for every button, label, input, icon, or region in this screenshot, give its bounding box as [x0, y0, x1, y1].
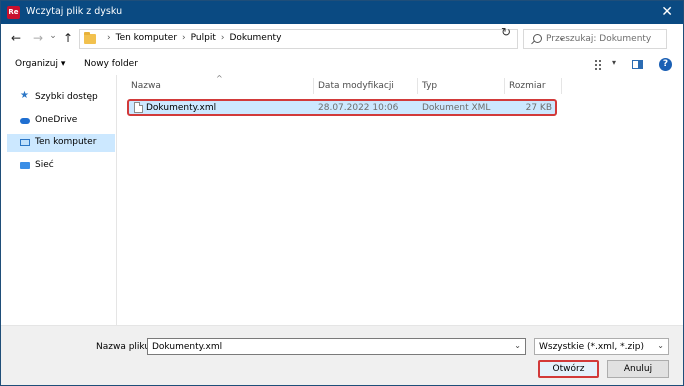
- sidebar-item-this-pc[interactable]: Ten komputer: [7, 134, 115, 152]
- organize-button[interactable]: Organizuj ▾: [15, 59, 65, 69]
- file-list: Nazwa ^ Data modyfikacji Typ Rozmiar Dok…: [117, 74, 683, 325]
- title-bar: Re Wczytaj plik z dysku ✕: [1, 1, 683, 24]
- sort-ascending-icon: ^: [216, 74, 223, 83]
- sidebar-item-onedrive[interactable]: OneDrive: [7, 112, 115, 130]
- view-dropdown-arrow-icon[interactable]: ▾: [612, 58, 616, 67]
- column-divider[interactable]: [417, 78, 418, 94]
- forward-button[interactable]: →: [31, 31, 45, 45]
- file-type-filter[interactable]: Wszystkie (*.xml, *.zip) ⌄: [534, 338, 669, 355]
- help-icon[interactable]: ?: [659, 58, 672, 71]
- file-name: Dokumenty.xml: [146, 103, 217, 113]
- open-button[interactable]: Otwórz: [538, 360, 599, 378]
- folder-icon: [84, 32, 96, 44]
- file-type: Dokument XML: [422, 103, 491, 113]
- navigation-pane: ★ Szybki dostęp OneDrive Ten komputer Si…: [1, 75, 117, 325]
- sidebar-item-label: OneDrive: [35, 115, 78, 125]
- chevron-right-icon: ›: [182, 33, 186, 43]
- column-header-type[interactable]: Typ: [422, 81, 437, 91]
- dialog-footer: Nazwa pliku: Dokumenty.xml ⌄ Wszystkie (…: [1, 325, 683, 385]
- app-icon: Re: [7, 6, 20, 19]
- cloud-icon: [20, 118, 30, 124]
- file-row[interactable]: Dokumenty.xml 28.07.2022 10:06 Dokument …: [127, 99, 557, 116]
- sidebar-item-quick-access[interactable]: ★ Szybki dostęp: [7, 89, 115, 107]
- search-icon: [533, 34, 542, 43]
- window-title: Wczytaj plik z dysku: [26, 6, 123, 17]
- close-button[interactable]: ✕: [661, 4, 673, 20]
- breadcrumb: › Ten komputer › Pulpit › Dokumenty: [102, 33, 281, 43]
- navigation-bar: ← → ⌄ ↑ › Ten komputer › Pulpit › Dokumenty ⌄…: [1, 24, 683, 55]
- recent-locations-button[interactable]: ⌄: [46, 31, 60, 41]
- file-open-dialog: Re Wczytaj plik z dysku ✕ ← → ⌄ ↑ › Ten k…: [0, 0, 684, 386]
- column-divider[interactable]: [504, 78, 505, 94]
- star-icon: ★: [20, 90, 29, 101]
- chevron-down-icon[interactable]: ⌄: [657, 341, 664, 350]
- address-bar[interactable]: › Ten komputer › Pulpit › Dokumenty ⌄: [79, 29, 566, 49]
- column-header-size[interactable]: Rozmiar: [509, 81, 546, 91]
- filename-label: Nazwa pliku:: [96, 342, 154, 352]
- view-options-icon[interactable]: [595, 60, 605, 70]
- file-icon: [134, 102, 143, 113]
- sidebar-item-label: Szybki dostęp: [35, 92, 98, 102]
- search-placeholder: Przeszukaj: Dokumenty: [546, 34, 652, 44]
- chevron-down-icon[interactable]: ⌄: [514, 341, 521, 350]
- filename-input[interactable]: Dokumenty.xml ⌄: [147, 338, 526, 355]
- column-divider[interactable]: [313, 78, 314, 94]
- up-button[interactable]: ↑: [61, 31, 75, 45]
- new-folder-button[interactable]: Nowy folder: [84, 59, 138, 69]
- breadcrumb-item[interactable]: Pulpit: [191, 33, 216, 43]
- file-type-filter-value: Wszystkie (*.xml, *.zip): [539, 342, 644, 352]
- chevron-right-icon: ›: [107, 33, 111, 43]
- column-header-modified[interactable]: Data modyfikacji: [318, 81, 394, 91]
- sidebar-item-label: Ten komputer: [35, 137, 97, 147]
- filename-value: Dokumenty.xml: [152, 342, 223, 352]
- sidebar-item-label: Sieć: [35, 160, 54, 170]
- refresh-button[interactable]: ↻: [501, 25, 511, 39]
- column-header-name[interactable]: Nazwa: [131, 81, 161, 91]
- chevron-right-icon: ›: [220, 33, 225, 43]
- sidebar-item-network[interactable]: Sieć: [7, 157, 115, 175]
- search-input[interactable]: Przeszukaj: Dokumenty: [523, 29, 667, 49]
- file-size: 27 KB: [525, 103, 552, 113]
- breadcrumb-item[interactable]: Ten komputer: [116, 33, 177, 43]
- back-button[interactable]: ←: [9, 31, 23, 45]
- preview-pane-icon[interactable]: [632, 60, 643, 69]
- computer-icon: [20, 139, 30, 146]
- breadcrumb-item[interactable]: Dokumenty: [229, 33, 281, 43]
- cancel-button[interactable]: Anuluj: [607, 360, 669, 378]
- column-divider[interactable]: [561, 78, 562, 94]
- file-modified: 28.07.2022 10:06: [318, 103, 399, 113]
- command-bar: Organizuj ▾ Nowy folder ▾ ?: [1, 55, 683, 75]
- network-icon: [20, 162, 30, 169]
